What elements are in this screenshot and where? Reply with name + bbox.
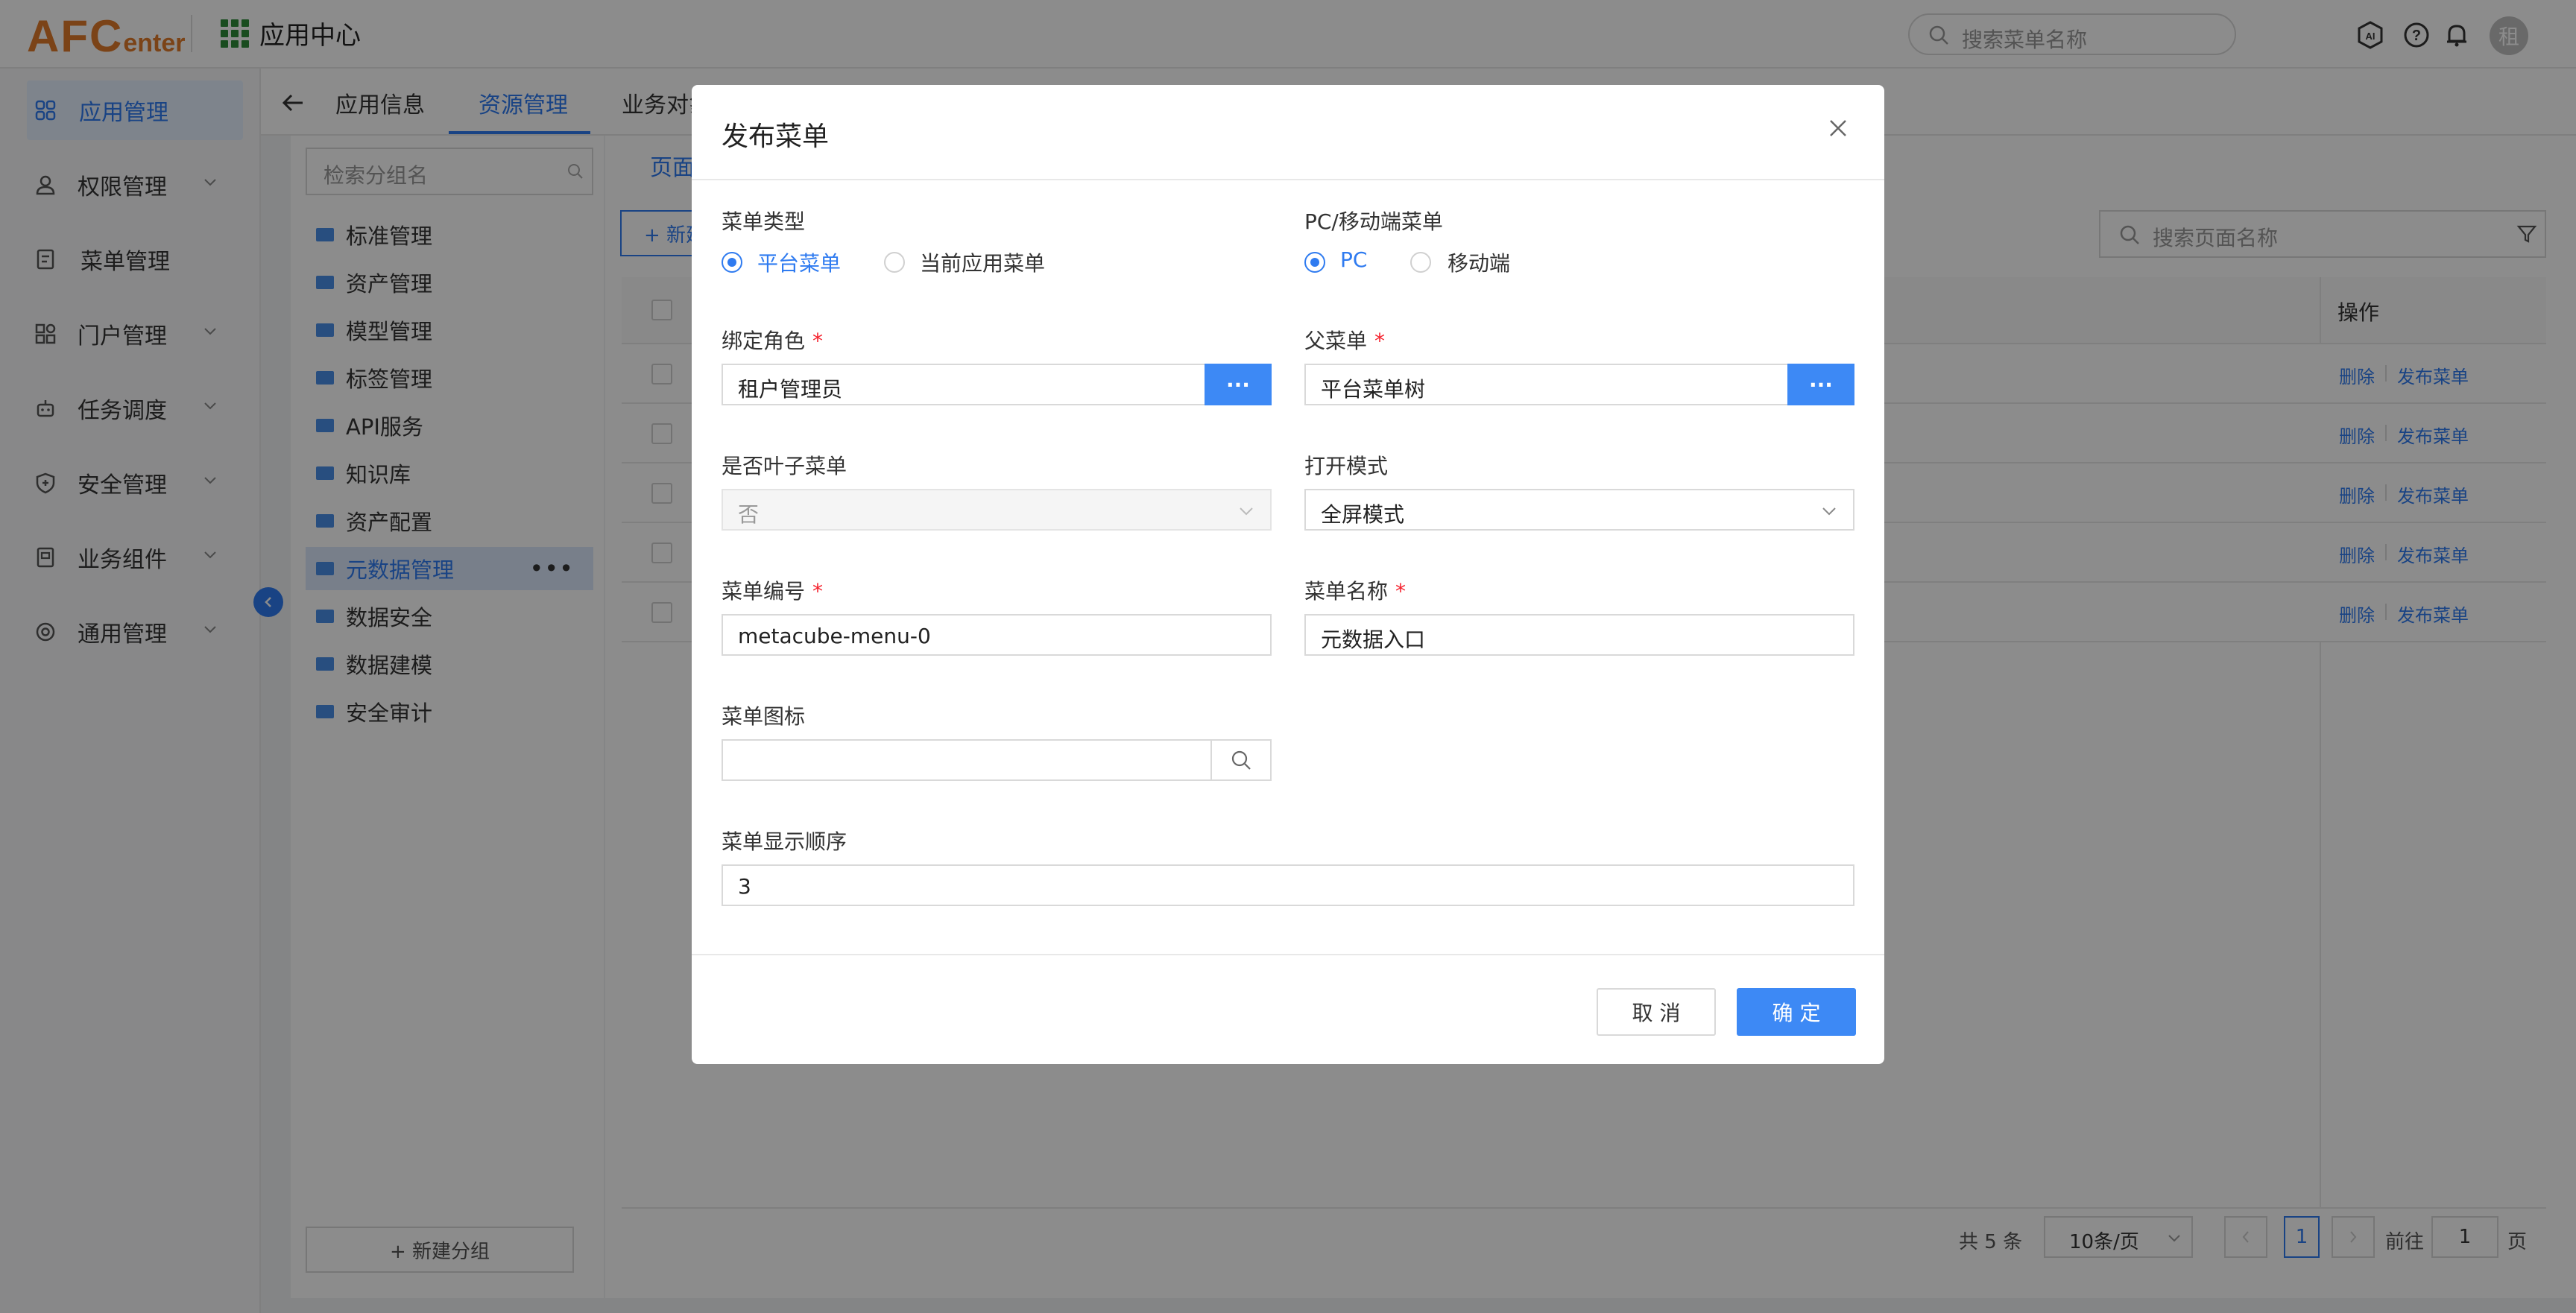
open-mode-label: 打开模式 [1304,454,1389,478]
menu-order-input[interactable]: 3 [722,864,1854,906]
menu-name-input[interactable]: 元数据入口 [1304,614,1854,656]
parent-menu-label: 父菜单 * [1304,329,1386,353]
is-leaf-label: 是否叶子菜单 [722,454,847,478]
menu-code-label: 菜单编号 * [722,579,824,604]
menu-type-label: 菜单类型 [722,209,806,234]
select-role-button[interactable]: ··· [1205,364,1272,405]
close-icon[interactable] [1825,115,1852,142]
device-type-label: PC/移动端菜单 [1304,209,1443,234]
menu-name-label: 菜单名称 * [1304,579,1407,604]
radio-pc-label[interactable]: PC [1340,247,1367,272]
menu-icon-label: 菜单图标 [722,704,806,729]
is-leaf-select: 否 [722,489,1272,531]
radio-mobile[interactable] [1410,252,1431,273]
radio-platform-menu[interactable] [722,252,742,273]
chevron-down-icon [1822,507,1836,516]
menu-order-label: 菜单显示顺序 [722,829,847,854]
chevron-down-icon [1240,507,1253,516]
dialog-title: 发布菜单 [722,121,830,152]
radio-mobile-label[interactable]: 移动端 [1448,247,1510,277]
bind-role-label: 绑定角色 * [722,329,824,353]
open-mode-select[interactable]: 全屏模式 [1304,489,1854,531]
menu-icon-input[interactable] [722,739,1213,781]
parent-menu-input[interactable]: 平台菜单树 [1304,364,1789,405]
radio-platform-menu-label[interactable]: 平台菜单 [757,247,841,277]
radio-current-app-menu[interactable] [884,252,905,273]
ok-button[interactable]: 确 定 [1737,988,1856,1036]
select-parent-button[interactable]: ··· [1787,364,1854,405]
radio-pc[interactable] [1304,252,1325,273]
cancel-button[interactable]: 取 消 [1597,988,1716,1036]
menu-code-input[interactable]: metacube-menu-0 [722,614,1272,656]
radio-current-app-menu-label[interactable]: 当前应用菜单 [920,247,1045,277]
search-icon [1231,750,1251,770]
icon-search-button[interactable] [1210,739,1272,781]
bind-role-input[interactable]: 租户管理员 [722,364,1206,405]
publish-menu-dialog: 发布菜单 菜单类型 平台菜单 当前应用菜单 PC/移动端菜单 PC 移动端 绑定… [692,85,1884,1064]
